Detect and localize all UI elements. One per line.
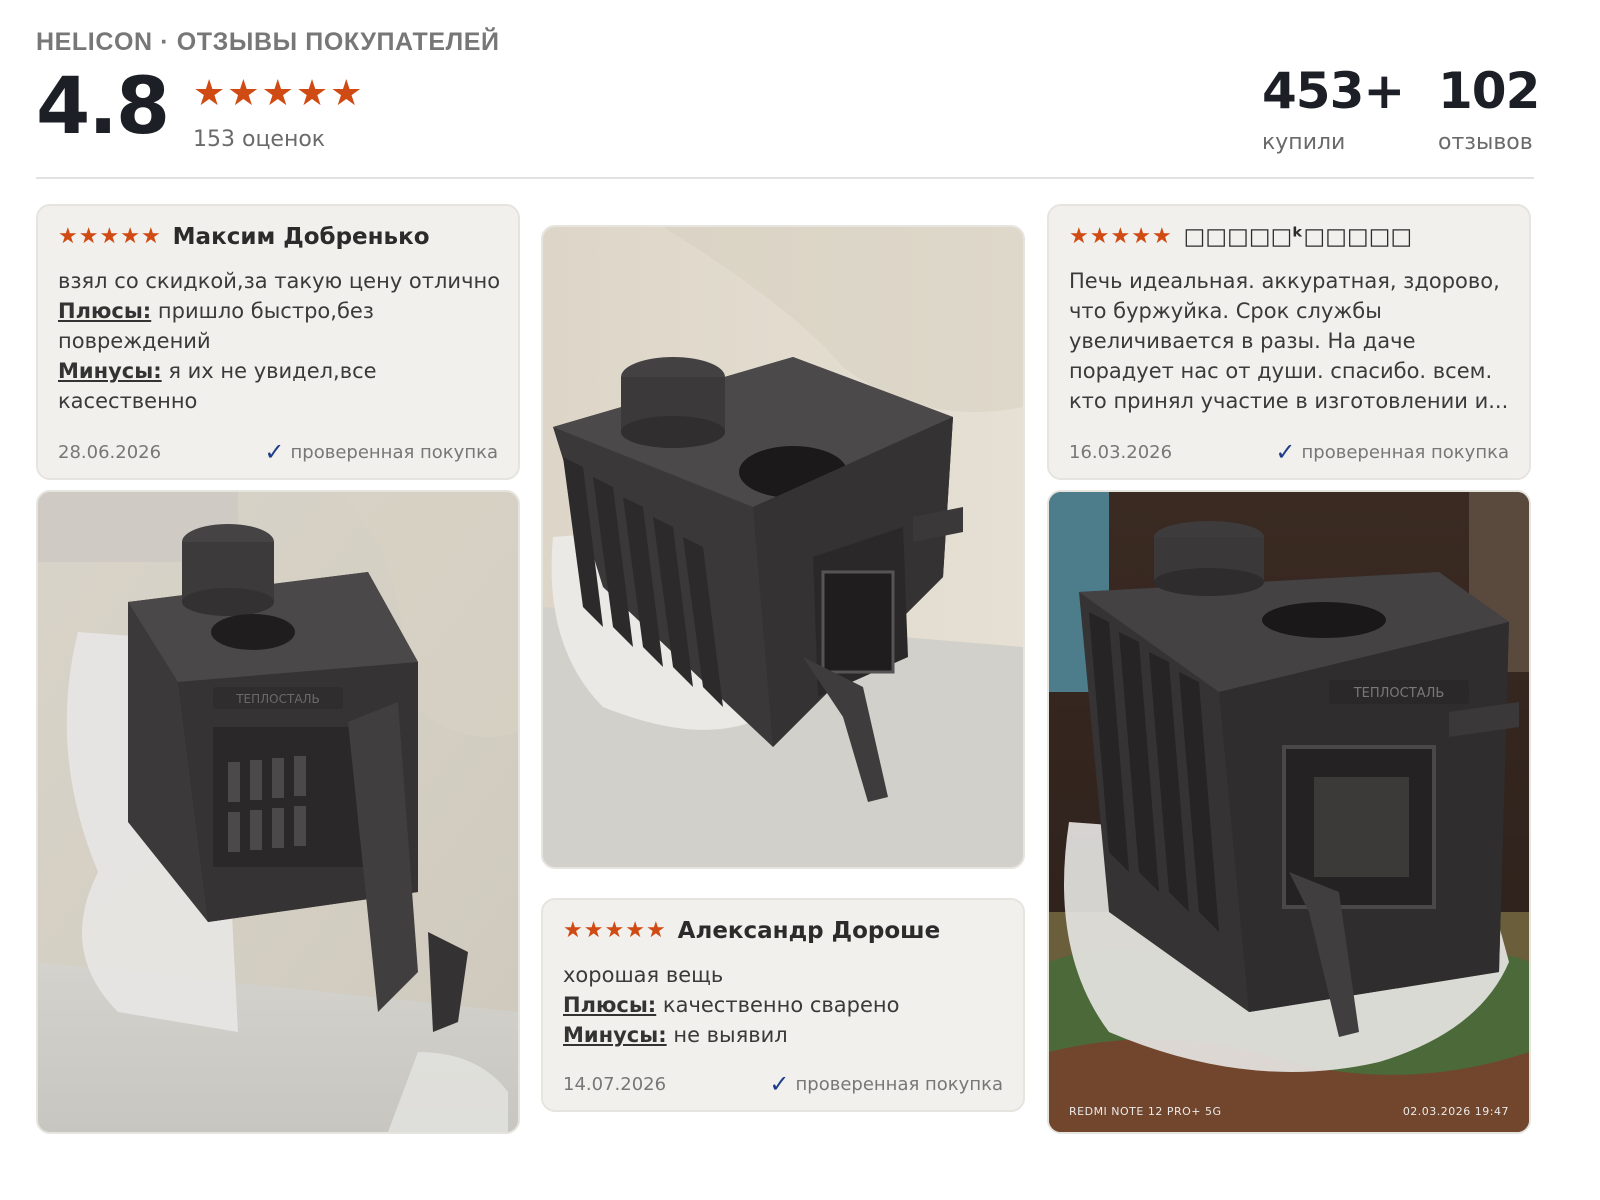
star-icon: ★ bbox=[625, 918, 645, 943]
brand-title: HELICON · ОТЗЫВЫ ПОКУПАТЕЛЕЙ bbox=[36, 28, 500, 56]
review-card[interactable]: ★ ★ ★ ★ ★ Максим Добренько взял со скидкой,з… bbox=[36, 204, 520, 480]
cons-text: не выявил bbox=[673, 1023, 788, 1047]
checkmark-icon: ✓ bbox=[1275, 438, 1296, 466]
stove-photo-front: ТЕПЛОСТАЛЬ bbox=[1049, 492, 1529, 1132]
timestamp-caption: 02.03.2026 19:47 bbox=[1402, 1105, 1509, 1118]
review-photo[interactable]: ТЕПЛОСТАЛЬ bbox=[36, 490, 520, 1134]
verified-badge: ✓ проверенная покупка bbox=[1275, 438, 1509, 466]
verified-label: проверенная покупка bbox=[290, 441, 498, 463]
star-icon: ★ bbox=[1069, 224, 1089, 249]
review-stars: ★ ★ ★ ★ ★ bbox=[58, 226, 161, 248]
camera-caption: REDMI NOTE 12 PRO+ 5G bbox=[1069, 1105, 1222, 1118]
star-icon: ★ bbox=[1131, 224, 1151, 249]
review-stars: ★ ★ ★ ★ ★ bbox=[563, 920, 666, 942]
review-author: Максим Добренько bbox=[172, 224, 430, 250]
review-photo[interactable] bbox=[541, 225, 1025, 869]
review-body: взял со скидкой,за такую цену отлично Пл… bbox=[58, 266, 502, 416]
review-text: взял со скидкой,за такую цену отлично bbox=[58, 269, 501, 293]
review-cons: Минусы: я их не увидел,все касественно bbox=[58, 356, 502, 416]
review-stars: ★ ★ ★ ★ ★ bbox=[1069, 226, 1172, 248]
star-icon: ★ bbox=[99, 224, 120, 249]
review-card-head: ★ ★ ★ ★ ★ □□□□□ᵏ□□□□□ bbox=[1069, 224, 1412, 250]
pros-text: качественно сварено bbox=[662, 993, 900, 1017]
stat-label: отзывов bbox=[1438, 130, 1533, 155]
review-pros: Плюсы: пришло быстро,без повреждений bbox=[58, 296, 502, 356]
review-body: Печь идеальная. аккуратная, здорово, что… bbox=[1069, 266, 1513, 416]
star-icon: ★ bbox=[645, 918, 666, 943]
stove-brand-label: ТЕПЛОСТАЛЬ bbox=[235, 692, 320, 706]
verified-label: проверенная покупка bbox=[1301, 441, 1509, 463]
verified-badge: ✓ проверенная покупка bbox=[769, 1070, 1003, 1098]
review-card[interactable]: ★ ★ ★ ★ ★ □□□□□ᵏ□□□□□ Печь идеальная. аккура… bbox=[1047, 204, 1531, 480]
verified-label: проверенная покупка bbox=[795, 1073, 1003, 1095]
stat-purchased: 453+ купили bbox=[1262, 62, 1405, 155]
stat-reviews: 102 отзывов bbox=[1438, 62, 1540, 155]
star-icon: ★ bbox=[295, 73, 329, 114]
review-card[interactable]: ★ ★ ★ ★ ★ Александр Дороше хорошая вещь Плюс… bbox=[541, 898, 1025, 1112]
reviews-header: HELICON · ОТЗЫВЫ ПОКУПАТЕЛЕЙ 4.8 ★ ★ ★ ★… bbox=[36, 24, 1571, 184]
review-text: хорошая вещь bbox=[563, 963, 724, 987]
review-footer: 28.06.2026 ✓ проверенная покупка bbox=[58, 438, 498, 466]
star-icon: ★ bbox=[78, 224, 99, 249]
verified-badge: ✓ проверенная покупка bbox=[264, 438, 498, 466]
star-icon: ★ bbox=[1110, 224, 1131, 249]
stat-value: 102 bbox=[1438, 62, 1540, 120]
cons-label: Минусы: bbox=[58, 359, 162, 383]
stat-label: купили bbox=[1262, 130, 1346, 155]
review-date: 28.06.2026 bbox=[58, 441, 162, 463]
star-icon: ★ bbox=[140, 224, 161, 249]
star-icon: ★ bbox=[58, 224, 78, 249]
star-icon: ★ bbox=[1089, 224, 1110, 249]
review-card-head: ★ ★ ★ ★ ★ Максим Добренько bbox=[58, 224, 430, 250]
average-rating: 4.8 bbox=[36, 62, 170, 152]
star-icon: ★ bbox=[1151, 224, 1172, 249]
review-body: хорошая вещь Плюсы: качественно сварено … bbox=[563, 960, 1007, 1050]
review-footer: 14.07.2026 ✓ проверенная покупка bbox=[563, 1070, 1003, 1098]
star-icon: ★ bbox=[227, 73, 260, 114]
cons-label: Минусы: bbox=[563, 1023, 667, 1047]
review-photo[interactable]: ТЕПЛОСТАЛЬ REDMI NOTE 12 PRO+ 5G 02.03.2… bbox=[1047, 490, 1531, 1134]
star-icon: ★ bbox=[330, 73, 363, 114]
star-icon: ★ bbox=[120, 224, 140, 249]
ratings-count: 153 оценок bbox=[193, 127, 326, 152]
review-author: □□□□□ᵏ□□□□□ bbox=[1183, 224, 1413, 250]
checkmark-icon: ✓ bbox=[264, 438, 285, 466]
review-date: 14.07.2026 bbox=[563, 1073, 667, 1095]
review-pros: Плюсы: качественно сварено bbox=[563, 990, 1007, 1020]
review-date: 16.03.2026 bbox=[1069, 441, 1173, 463]
stove-brand-label: ТЕПЛОСТАЛЬ bbox=[1353, 686, 1445, 701]
stove-photo-open-door: ТЕПЛОСТАЛЬ bbox=[38, 492, 518, 1132]
stat-value: 453+ bbox=[1262, 62, 1405, 120]
review-author: Александр Дороше bbox=[677, 918, 941, 944]
review-cons: Минусы: не выявил bbox=[563, 1020, 1007, 1050]
star-icon: ★ bbox=[261, 73, 294, 114]
checkmark-icon: ✓ bbox=[769, 1070, 790, 1098]
rating-stars: ★ ★ ★ ★ ★ bbox=[193, 76, 362, 112]
star-icon: ★ bbox=[193, 73, 226, 114]
review-text: Печь идеальная. аккуратная, здорово, что… bbox=[1069, 269, 1509, 413]
pros-label: Плюсы: bbox=[58, 299, 152, 323]
review-footer: 16.03.2026 ✓ проверенная покупка bbox=[1069, 438, 1509, 466]
star-icon: ★ bbox=[563, 918, 583, 943]
pros-label: Плюсы: bbox=[563, 993, 657, 1017]
stove-photo-top-view bbox=[543, 227, 1023, 867]
review-card-head: ★ ★ ★ ★ ★ Александр Дороше bbox=[563, 918, 940, 944]
header-divider bbox=[36, 177, 1534, 179]
star-icon: ★ bbox=[604, 918, 625, 943]
star-icon: ★ bbox=[583, 918, 604, 943]
